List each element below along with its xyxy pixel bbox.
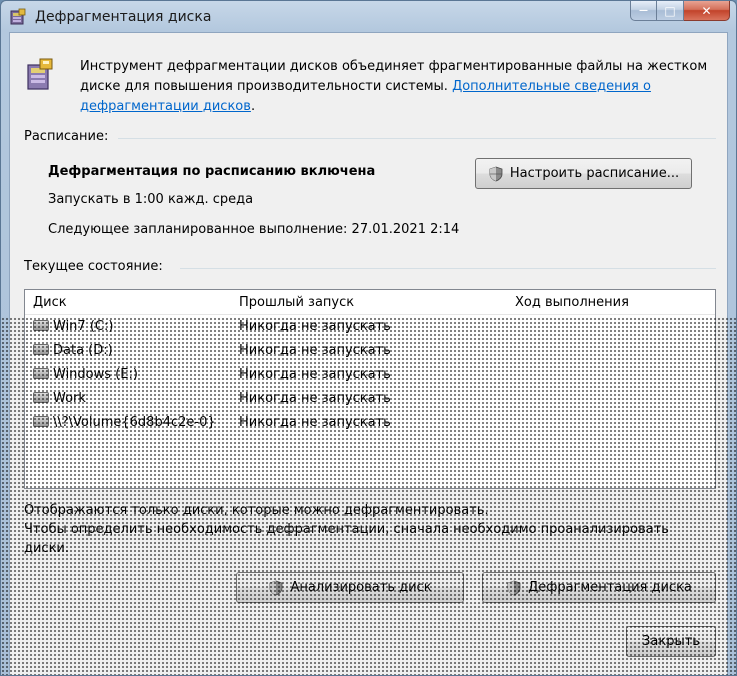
disk-list-header: Диск Прошлый запуск Ход выполнения: [25, 290, 715, 315]
table-row[interactable]: Windows (E:) Никогда не запускать: [25, 363, 715, 387]
close-window-button[interactable]: ✕: [684, 1, 730, 21]
table-row[interactable]: Work Никогда не запускать: [25, 387, 715, 411]
uac-shield-icon: [507, 580, 521, 595]
hard-disk-icon: [33, 344, 49, 355]
caption-buttons: — □ ✕: [630, 1, 730, 22]
close-icon: ✕: [701, 3, 712, 18]
last-run-value: Никогда не запускать: [239, 415, 391, 430]
schedule-section-label: Расписание:: [24, 129, 109, 144]
column-header-last-run[interactable]: Прошлый запуск: [239, 295, 354, 310]
maximize-icon: □: [664, 3, 676, 18]
disk-name: Work: [53, 391, 86, 406]
minimize-button[interactable]: —: [630, 1, 657, 21]
disk-name: Win7 (C:): [53, 319, 114, 334]
close-button[interactable]: Закрыть: [626, 626, 716, 657]
last-run-value: Никогда не запускать: [239, 391, 391, 406]
table-row[interactable]: Win7 (C:) Никогда не запускать: [25, 315, 715, 339]
schedule-divider: [118, 138, 716, 139]
current-state-divider: [180, 268, 716, 269]
minimize-icon: —: [639, 5, 648, 16]
last-run-value: Никогда не запускать: [239, 343, 391, 358]
defrag-window: Дефрагментация диска — □ ✕ Инструмент де…: [0, 0, 737, 676]
current-state-section-label: Текущее состояние:: [24, 259, 163, 274]
hard-disk-icon: [33, 392, 49, 403]
last-run-value: Никогда не запускать: [239, 367, 391, 382]
column-header-disk[interactable]: Диск: [33, 295, 67, 310]
configure-schedule-label: Настроить расписание...: [509, 166, 680, 181]
table-row[interactable]: \\?\Volume{6d8b4c2e-0} Никогда не запуск…: [25, 411, 715, 435]
disk-name: \\?\Volume{6d8b4c2e-0}: [53, 415, 216, 430]
window-title: Дефрагментация диска: [35, 9, 212, 25]
last-run-value: Никогда не запускать: [239, 319, 391, 334]
note-line-2: Чтобы определить необходимость дефрагмен…: [24, 522, 669, 556]
hard-disk-icon: [33, 416, 49, 427]
title-bar[interactable]: Дефрагментация диска — □ ✕: [1, 1, 736, 33]
schedule-status: Дефрагментация по расписанию включена: [48, 164, 376, 179]
schedule-run-time: Запускать в 1:00 кажд. среда: [48, 192, 254, 207]
uac-shield-icon: [270, 580, 283, 595]
hard-disk-icon: [33, 368, 49, 379]
configure-schedule-button[interactable]: Настроить расписание...: [475, 158, 692, 189]
close-button-label: Закрыть: [642, 634, 700, 649]
schedule-next-run: Следующее запланированное выполнение: 27…: [48, 222, 460, 237]
defrag-app-icon: [10, 8, 26, 25]
defragment-disk-label: Дефрагментация диска: [528, 580, 692, 595]
table-row[interactable]: Data (D:) Никогда не запускать: [25, 339, 715, 363]
disk-name: Windows (E:): [53, 367, 138, 382]
hard-disk-icon: [33, 320, 49, 331]
defragment-disk-button[interactable]: Дефрагментация диска: [482, 572, 716, 603]
uac-shield-icon: [489, 166, 503, 181]
analyze-disk-button[interactable]: Анализировать диск: [236, 572, 464, 603]
description-tail: .: [250, 99, 256, 114]
dialog-client-area: Инструмент дефрагментации дисков объедин…: [9, 32, 728, 675]
analyze-disk-label: Анализировать диск: [290, 580, 432, 595]
disk-list-note: Отображаются только диски, которые можно…: [24, 501, 714, 558]
defrag-tool-icon: [27, 58, 53, 90]
note-line-1: Отображаются только диски, которые можно…: [24, 503, 489, 518]
disk-name: Data (D:): [53, 343, 113, 358]
description-text: Инструмент дефрагментации дисков объедин…: [80, 57, 720, 117]
column-header-progress[interactable]: Ход выполнения: [515, 295, 629, 310]
disk-list[interactable]: Диск Прошлый запуск Ход выполнения Win7 …: [24, 289, 716, 489]
maximize-button[interactable]: □: [657, 1, 684, 21]
